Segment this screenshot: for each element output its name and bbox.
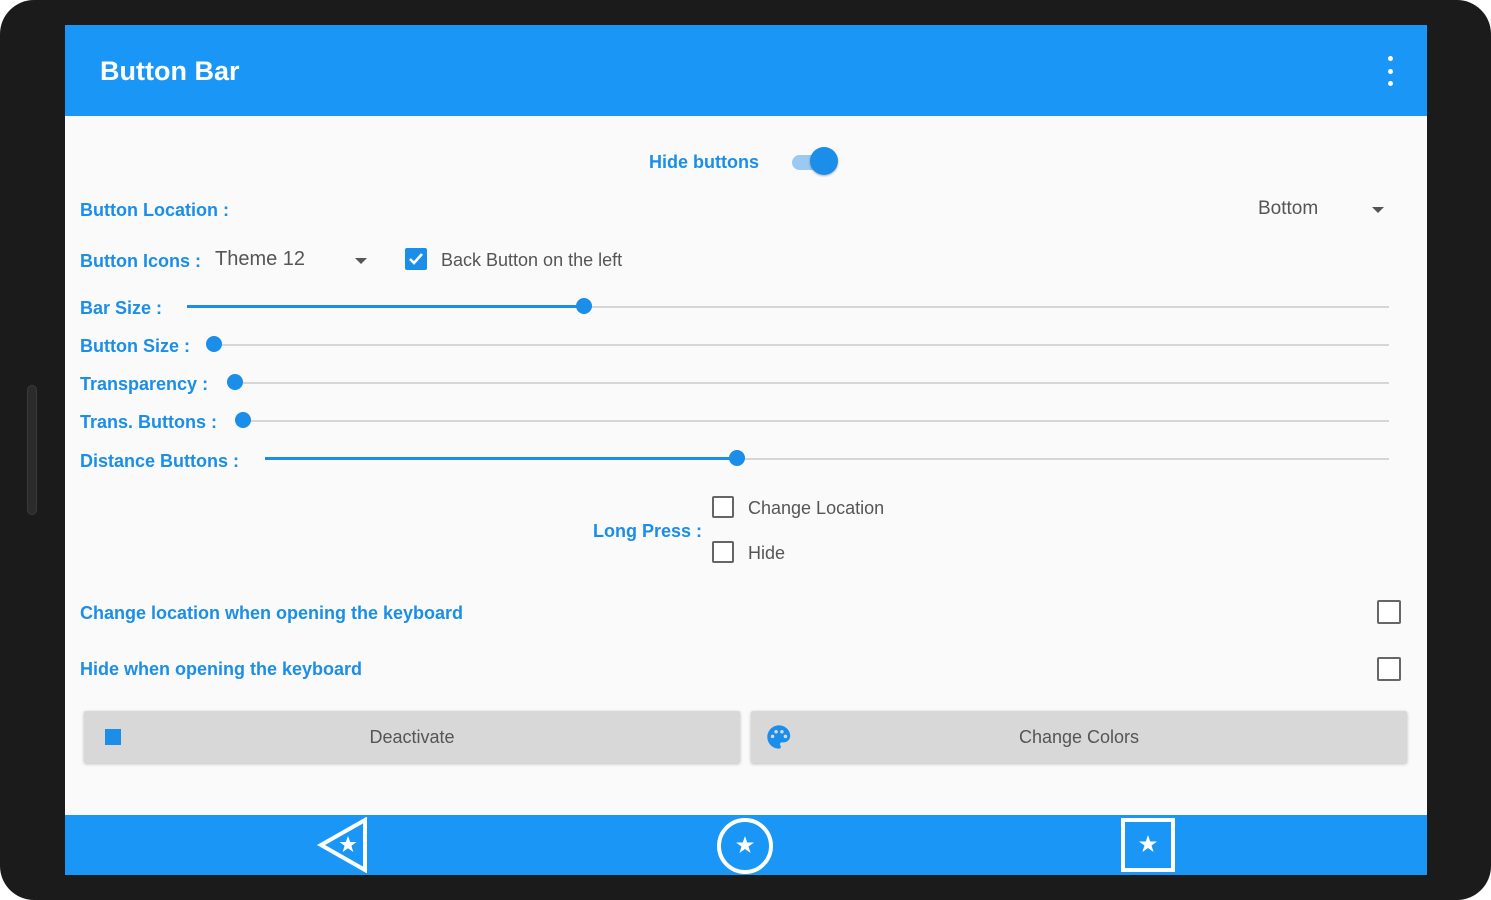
- recent-star-icon[interactable]: [1120, 817, 1176, 873]
- button-location-select[interactable]: Bottom: [1245, 193, 1395, 227]
- more-vert-icon[interactable]: [1383, 56, 1397, 86]
- trans-buttons-label: Trans. Buttons :: [80, 412, 218, 432]
- hide-buttons-toggle[interactable]: [790, 147, 838, 177]
- back-button-left-label: Back Button on the left: [441, 250, 623, 270]
- bar-size-label: Bar Size :: [80, 298, 163, 318]
- back-star-icon[interactable]: [315, 817, 371, 873]
- keyboard-change-location-label: Change location when opening the keyboar…: [80, 603, 464, 623]
- trans-buttons-slider[interactable]: [235, 411, 1389, 431]
- long-press-change-location-label: Change Location: [748, 498, 885, 518]
- slider-thumb[interactable]: [227, 374, 243, 390]
- app-bar: Button Bar: [65, 25, 1427, 116]
- home-star-icon[interactable]: [716, 817, 774, 875]
- button-icons-label: Button Icons :: [80, 251, 201, 271]
- deactivate-button-label: Deactivate: [369, 727, 455, 747]
- button-size-label: Button Size :: [80, 336, 190, 356]
- slider-thumb[interactable]: [206, 336, 222, 352]
- transparency-label: Transparency :: [80, 374, 209, 394]
- long-press-hide-label: Hide: [748, 543, 786, 563]
- keyboard-hide-label: Hide when opening the keyboard: [80, 659, 363, 679]
- deactivate-button[interactable]: Deactivate: [84, 711, 740, 763]
- change-colors-button-label: Change Colors: [1018, 727, 1140, 747]
- slider-thumb[interactable]: [575, 298, 592, 314]
- button-location-label: Button Location :: [80, 200, 229, 220]
- button-icons-select[interactable]: Theme 12: [210, 245, 375, 279]
- slider-thumb[interactable]: [729, 450, 746, 466]
- hide-buttons-label: Hide buttons: [649, 152, 759, 172]
- button-size-slider[interactable]: [206, 335, 1389, 355]
- transparency-slider[interactable]: [227, 373, 1389, 393]
- app-screen: Button Bar Hide buttons Button Location …: [65, 25, 1427, 875]
- tablet-frame: Button Bar Hide buttons Button Location …: [0, 0, 1491, 900]
- long-press-change-location-checkbox[interactable]: [712, 496, 734, 518]
- navigation-bar: [65, 815, 1427, 875]
- keyboard-change-location-checkbox[interactable]: [1377, 600, 1401, 624]
- slider-thumb[interactable]: [235, 412, 251, 428]
- hardware-side-button: [27, 385, 37, 515]
- button-location-value: Bottom: [1258, 198, 1319, 219]
- distance-buttons-slider[interactable]: [265, 449, 1389, 469]
- check-icon: [409, 253, 423, 265]
- back-button-left-checkbox[interactable]: [405, 248, 427, 270]
- long-press-hide-checkbox[interactable]: [712, 541, 734, 563]
- button-icons-value: Theme 12: [215, 248, 306, 270]
- long-press-label: Long Press :: [593, 521, 703, 541]
- keyboard-hide-checkbox[interactable]: [1377, 657, 1401, 681]
- change-colors-button[interactable]: Change Colors: [751, 711, 1407, 763]
- chevron-down-icon: [1372, 207, 1384, 213]
- bar-size-slider[interactable]: [187, 297, 1389, 317]
- app-title: Button Bar: [100, 56, 240, 86]
- chevron-down-icon: [355, 258, 367, 264]
- distance-buttons-label: Distance Buttons :: [80, 451, 240, 471]
